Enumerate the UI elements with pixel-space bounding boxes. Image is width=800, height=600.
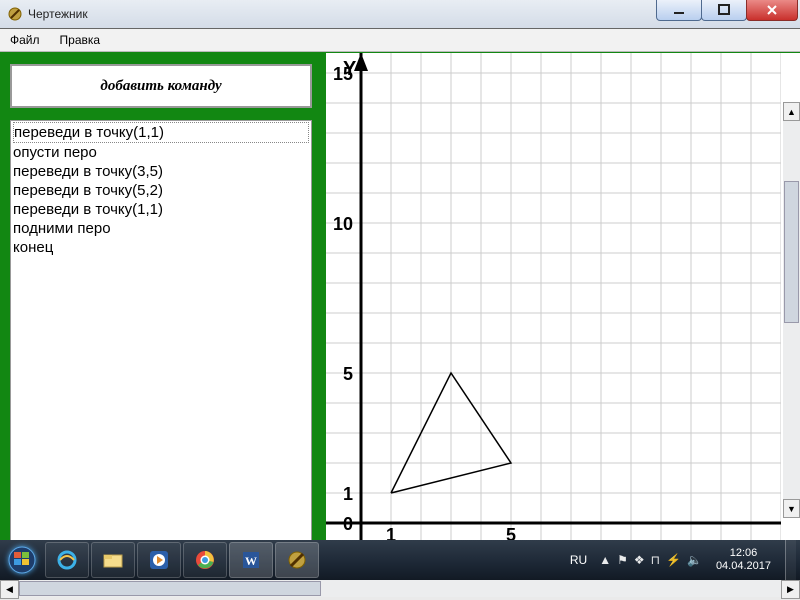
scroll-track-v[interactable] [783,121,800,499]
scroll-track-h[interactable] [19,580,781,597]
close-button[interactable] [746,0,798,21]
taskbar-ie-icon[interactable] [45,542,89,578]
taskbar-app-icon[interactable] [275,542,319,578]
app-icon [7,6,23,22]
taskbar-media-icon[interactable] [137,542,181,578]
taskbar-chrome-icon[interactable] [183,542,227,578]
menu-edit[interactable]: Правка [50,33,111,47]
command-line[interactable]: переведи в точку(1,1) [13,200,309,219]
language-indicator[interactable]: RU [570,553,587,567]
plot: Y015101515 [326,53,781,540]
left-panel: добавить команду переведи в точку(1,1)оп… [10,64,312,544]
svg-text:5: 5 [506,525,516,540]
show-desktop-button[interactable] [785,540,796,580]
scroll-thumb-h[interactable] [19,581,321,596]
menu-bar: Файл Правка [0,29,800,52]
svg-text:5: 5 [343,364,353,384]
svg-text:10: 10 [333,214,353,234]
horizontal-scrollbar[interactable]: ◀ ▶ [0,578,800,600]
command-line[interactable]: подними перо [13,219,309,238]
window-title: Чертежник [28,7,88,21]
command-line[interactable]: переведи в точку(5,2) [13,181,309,200]
window-titlebar: Чертежник [0,0,800,29]
scroll-left-button[interactable]: ◀ [0,580,19,599]
tray-power-icon[interactable]: ⚡ [666,553,681,567]
vertical-scrollbar[interactable]: ▲ ▼ [783,102,800,518]
taskbar-word-icon[interactable]: W [229,542,273,578]
tray-action-center-icon[interactable]: ⚑ [617,553,628,567]
scroll-thumb-v[interactable] [784,181,799,323]
minimize-button[interactable] [656,0,702,21]
maximize-button[interactable] [701,0,747,21]
add-command-button[interactable]: добавить команду [10,64,312,108]
tray-app-icon[interactable]: ❖ [634,553,645,567]
svg-text:1: 1 [343,484,353,504]
start-button[interactable] [0,540,44,580]
command-line[interactable]: переведи в точку(1,1) [13,122,309,143]
scroll-right-button[interactable]: ▶ [781,580,800,599]
svg-text:1: 1 [386,525,396,540]
command-list[interactable]: переведи в точку(1,1)опусти перопереведи… [10,120,312,544]
taskbar-left: W [0,540,320,580]
tray-flag-icon[interactable]: ▲ [599,553,611,567]
scroll-down-button[interactable]: ▼ [783,499,800,518]
system-tray: RU ▲ ⚑ ❖ ⊓ ⚡ 🔈 12:06 04.04.2017 [570,540,800,580]
window-controls [657,0,798,21]
tray-volume-icon[interactable]: 🔈 [687,553,702,567]
clock-time: 12:06 [730,547,758,560]
tray-network-icon[interactable]: ⊓ [651,553,660,567]
command-line[interactable]: опусти перо [13,143,309,162]
command-line[interactable]: переведи в точку(3,5) [13,162,309,181]
scroll-up-button[interactable]: ▲ [783,102,800,121]
svg-text:15: 15 [333,64,353,84]
clock-date: 04.04.2017 [716,560,771,573]
svg-text:0: 0 [343,514,353,534]
app-body: добавить команду переведи в точку(1,1)оп… [0,52,800,540]
menu-file[interactable]: Файл [0,33,50,47]
svg-text:W: W [245,554,257,568]
command-line[interactable]: конец [13,238,309,257]
canvas-area: Y015101515 [326,53,800,540]
taskbar-explorer-icon[interactable] [91,542,135,578]
taskbar-clock[interactable]: 12:06 04.04.2017 [708,547,779,573]
taskbar: W RU ▲ ⚑ ❖ ⊓ ⚡ 🔈 12:06 04.04.2017 [0,540,800,580]
